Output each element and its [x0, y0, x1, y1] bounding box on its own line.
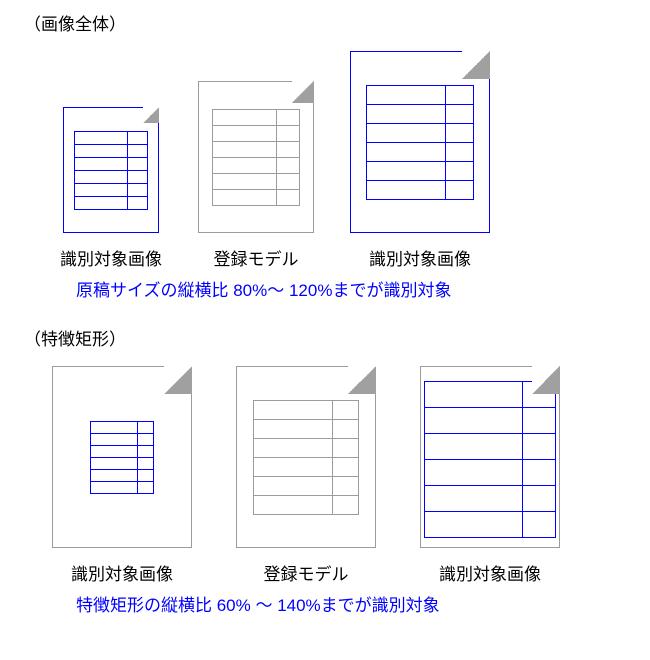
page-fold-icon	[143, 107, 159, 123]
section2-title: （特徴矩形）	[24, 325, 626, 350]
doc-feature-small	[52, 366, 192, 548]
section1-row: 識別対象画像 登録モ	[24, 47, 626, 270]
section2-row: 識別対象画像 登録モ	[24, 362, 626, 585]
caption: 識別対象画像	[60, 245, 162, 270]
section1-item-2: 識別対象画像	[350, 51, 490, 270]
section1-note: 原稿サイズの縦横比 80%～ 120%までが識別対象	[76, 276, 626, 301]
section-whole-image: （画像全体） 識別対象画	[24, 10, 626, 301]
diagram: （画像全体） 識別対象画	[0, 0, 650, 648]
doc-feature-large	[420, 366, 560, 548]
section2-note: 特徴矩形の縦横比 60% ～ 140%までが識別対象	[76, 591, 626, 616]
page-fold-icon	[292, 81, 314, 103]
section1-item-0: 識別対象画像	[60, 107, 162, 270]
doc-medium-gray	[198, 81, 314, 233]
caption: 登録モデル	[214, 245, 299, 270]
section1-title: （画像全体）	[24, 10, 626, 35]
caption: 登録モデル	[264, 560, 349, 585]
section2-item-2: 識別対象画像	[420, 366, 560, 585]
section2-item-1: 登録モデル	[236, 366, 376, 585]
doc-feature-medium	[236, 366, 376, 548]
page-fold-icon	[164, 366, 192, 394]
page-fold-icon	[462, 51, 490, 79]
doc-large-blue	[350, 51, 490, 233]
page-fold-icon	[532, 366, 560, 394]
page-fold-icon	[348, 366, 376, 394]
section2-item-0: 識別対象画像	[52, 366, 192, 585]
caption: 識別対象画像	[439, 560, 541, 585]
section1-item-1: 登録モデル	[198, 81, 314, 270]
section-feature-rect: （特徴矩形） 識別対象画	[24, 325, 626, 616]
caption: 識別対象画像	[369, 245, 471, 270]
caption: 識別対象画像	[71, 560, 173, 585]
doc-small-blue	[63, 107, 159, 233]
